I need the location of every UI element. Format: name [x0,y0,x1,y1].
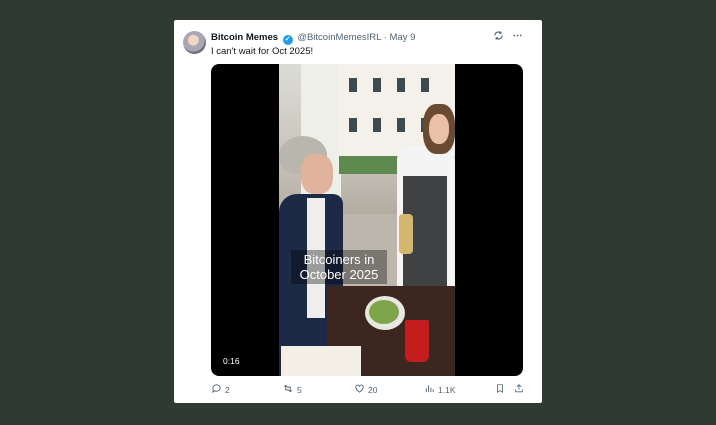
verified-badge-icon: ✓ [282,35,293,45]
separator-dot: · [383,32,387,43]
views-button[interactable]: 1.1K [424,383,456,397]
author-avatar[interactable] [183,31,206,54]
share-icon [514,383,524,397]
reply-count: 2 [225,385,230,395]
share-button[interactable] [514,383,524,397]
views-icon [424,383,435,397]
reply-button[interactable]: 2 [211,383,230,397]
tweet-text: I can't wait for Oct 2025! [211,46,314,57]
reply-icon [211,383,222,397]
author-name[interactable]: Bitcoin Memes [211,32,278,43]
tweet-header: Bitcoin Memes ✓ @BitcoinMemesIRL · May 9 [211,32,415,45]
repost-icon [282,383,294,397]
views-count: 1.1K [438,385,456,395]
like-icon [354,383,365,397]
repost-count: 5 [297,385,302,395]
red-glass [405,320,429,362]
video-player[interactable]: Bitcoiners in October 2025 0:16 [211,64,523,376]
tweet-card[interactable]: Bitcoin Memes ✓ @BitcoinMemesIRL · May 9… [174,20,542,403]
salad [369,300,399,324]
bookmark-icon [495,383,505,397]
bookmark-button[interactable] [495,383,505,397]
more-options-icon[interactable] [512,30,523,44]
tweet-top-actions [493,30,523,44]
like-button[interactable]: 20 [354,383,377,397]
tweet-actions-bar: 2 5 20 1.1K [211,383,524,397]
waitress-face [429,114,449,144]
like-count: 20 [368,385,378,395]
menu-paper [281,346,361,376]
tweet-date[interactable]: May 9 [390,32,416,43]
repost-button[interactable]: 5 [282,383,302,397]
video-duration: 0:16 [223,356,240,366]
man-face [301,154,333,194]
wine-bottle [399,214,413,254]
video-frame [279,64,455,376]
author-handle[interactable]: @BitcoinMemesIRL [297,32,381,43]
grok-icon[interactable] [493,30,504,44]
video-caption: Bitcoiners in October 2025 [291,250,387,284]
